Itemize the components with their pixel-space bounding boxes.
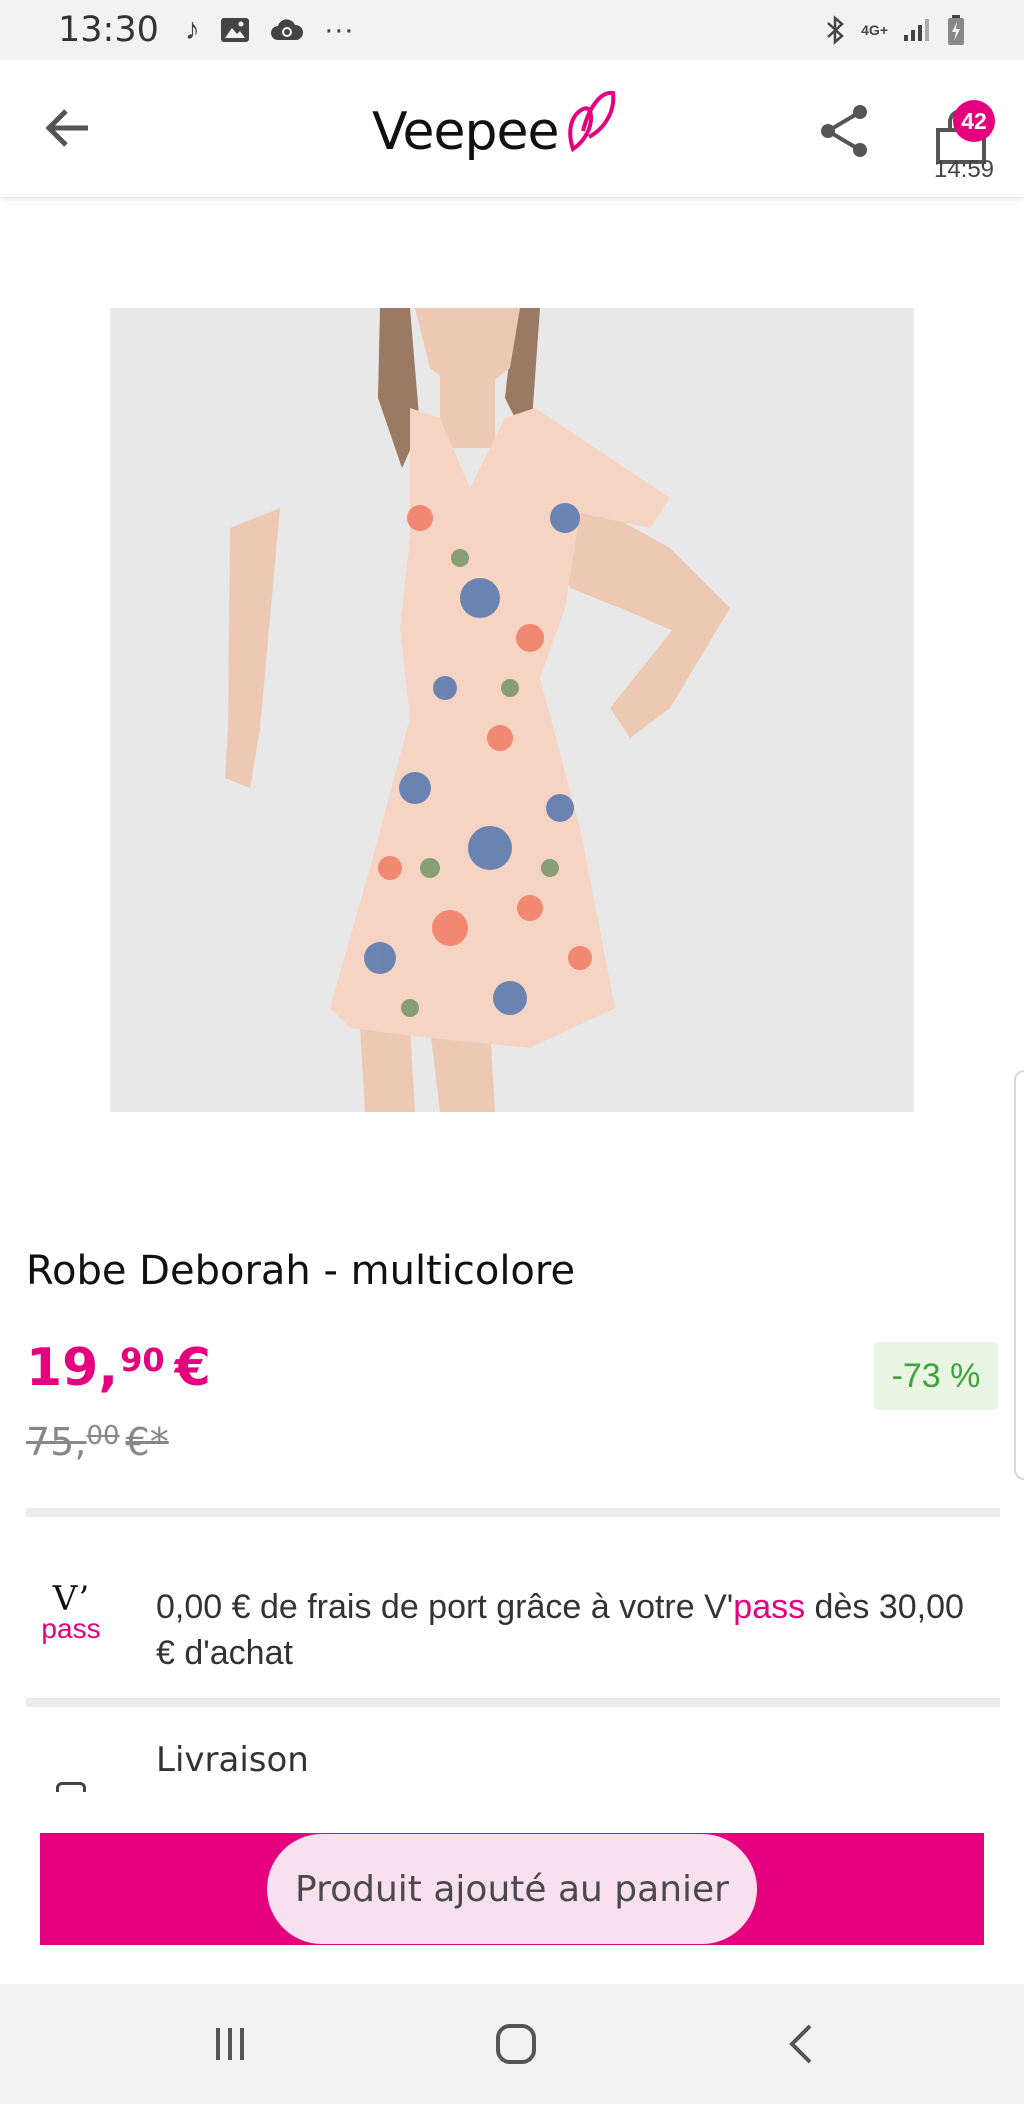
more-dots-icon: ··· xyxy=(323,13,354,46)
original-price: 75, 00 €* xyxy=(26,1420,169,1464)
signal-icon xyxy=(904,19,929,41)
price-integer: 19, xyxy=(26,1338,119,1398)
section-divider xyxy=(26,1698,1000,1707)
vpass-shipping-info: 0,00 € de frais de port grâce à votre V'… xyxy=(156,1584,986,1676)
veepee-logo: Veepee xyxy=(372,82,662,182)
home-icon xyxy=(496,2024,536,2064)
cart-count-badge: 42 xyxy=(953,100,995,142)
discount-badge: -73 % xyxy=(874,1342,998,1410)
music-note-icon: ♪ xyxy=(184,13,200,46)
product-image[interactable] xyxy=(110,308,914,1112)
price-currency: € xyxy=(174,1338,211,1398)
app-header: Veepee xyxy=(0,60,1024,198)
old-price-decimals: 00 xyxy=(86,1421,120,1451)
dress-photo-illustration xyxy=(110,308,914,1112)
vpass-logo: V’ pass xyxy=(26,1579,116,1644)
status-time: 13:30 xyxy=(58,10,159,50)
edge-panel-handle[interactable] xyxy=(1014,1070,1024,1480)
section-divider xyxy=(26,1508,1000,1517)
old-price-integer: 75, xyxy=(26,1420,87,1464)
share-button[interactable] xyxy=(814,100,876,162)
logo-text: Veepee xyxy=(372,102,560,162)
back-button[interactable] xyxy=(38,96,102,160)
vpass-logo-bottom: pass xyxy=(41,1613,101,1644)
price-decimals: 90 xyxy=(120,1341,165,1379)
network-type: 4G+ xyxy=(861,22,888,38)
recent-apps-icon xyxy=(216,2028,244,2060)
status-icons-right: 4G+ xyxy=(825,14,966,46)
share-icon xyxy=(821,105,867,157)
back-icon xyxy=(789,2024,812,2064)
product-price: 19, 90 € xyxy=(26,1340,211,1396)
home-button[interactable] xyxy=(476,2014,556,2074)
status-icons-left: ♪ ··· xyxy=(185,15,354,45)
battery-icon xyxy=(948,15,964,45)
old-price-currency: €* xyxy=(125,1420,169,1464)
vpass-text-before: 0,00 € de frais de port grâce à votre V' xyxy=(156,1588,734,1626)
delivery-label[interactable]: Livraison xyxy=(156,1740,309,1780)
bluetooth-icon xyxy=(827,15,845,45)
status-bar: 13:30 ♪ ··· 4G+ xyxy=(0,0,1024,60)
content-fade xyxy=(0,1792,1024,1832)
added-to-cart-toast: Produit ajouté au panier xyxy=(267,1834,757,1944)
cart-timer: 14:59 xyxy=(933,156,995,183)
arrow-left-icon xyxy=(45,109,88,147)
recent-apps-button[interactable] xyxy=(190,2014,270,2074)
vpass-text-accent: pass xyxy=(733,1588,806,1626)
vpass-logo-top: V’ xyxy=(52,1579,90,1619)
product-title: Robe Deborah - multicolore xyxy=(26,1248,576,1294)
back-nav-button[interactable] xyxy=(762,2014,842,2074)
system-navigation-bar xyxy=(0,1984,1024,2104)
gallery-icon xyxy=(220,18,249,42)
cloud-icon xyxy=(270,19,303,40)
butterfly-icon xyxy=(567,90,615,153)
